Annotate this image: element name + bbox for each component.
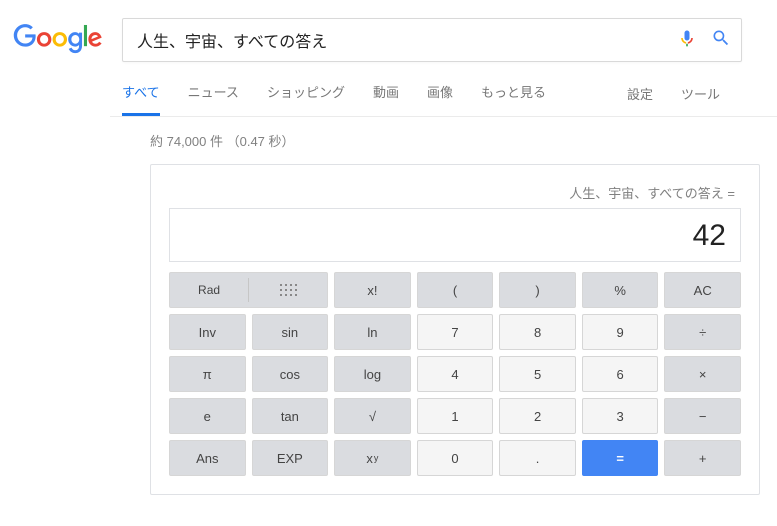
tab-more[interactable]: もっと見る xyxy=(481,82,546,116)
search-icon[interactable] xyxy=(711,28,731,53)
btn-rad[interactable]: Rad xyxy=(170,283,248,297)
tab-videos[interactable]: 動画 xyxy=(373,82,399,116)
tab-images[interactable]: 画像 xyxy=(427,82,453,116)
btn-factorial[interactable]: x! xyxy=(334,272,411,308)
google-logo[interactable] xyxy=(12,24,104,59)
btn-dot[interactable]: . xyxy=(499,440,576,476)
btn-pi[interactable]: π xyxy=(169,356,246,392)
link-tools[interactable]: ツール xyxy=(681,84,720,115)
btn-percent[interactable]: % xyxy=(582,272,659,308)
btn-cos[interactable]: cos xyxy=(252,356,329,392)
btn-3[interactable]: 3 xyxy=(582,398,659,434)
search-input[interactable] xyxy=(137,31,677,49)
voice-search-icon[interactable] xyxy=(677,28,697,53)
btn-1[interactable]: 1 xyxy=(417,398,494,434)
calc-expression: 人生、宇宙、すべての答え = xyxy=(169,183,741,202)
search-box[interactable] xyxy=(122,18,742,62)
btn-lparen[interactable]: ( xyxy=(417,272,494,308)
tab-all[interactable]: すべて xyxy=(122,82,160,116)
btn-divide[interactable]: ÷ xyxy=(664,314,741,350)
history-icon xyxy=(280,284,297,296)
btn-history[interactable] xyxy=(249,284,327,296)
btn-7[interactable]: 7 xyxy=(417,314,494,350)
calculator-card: 人生、宇宙、すべての答え = 42 Rad x!()%AC Invsinln789÷… xyxy=(150,164,760,495)
btn-6[interactable]: 6 xyxy=(582,356,659,392)
btn-log[interactable]: log xyxy=(334,356,411,392)
btn-add[interactable]: + xyxy=(664,440,741,476)
tab-shopping[interactable]: ショッピング xyxy=(267,82,345,116)
btn-tan[interactable]: tan xyxy=(252,398,329,434)
btn-ln[interactable]: ln xyxy=(334,314,411,350)
tabs-divider xyxy=(110,116,777,117)
btn-inv[interactable]: Inv xyxy=(169,314,246,350)
btn-exp[interactable]: EXP xyxy=(252,440,329,476)
btn-equals[interactable]: = xyxy=(582,440,659,476)
btn-sqrt[interactable]: √ xyxy=(334,398,411,434)
btn-4[interactable]: 4 xyxy=(417,356,494,392)
btn-rparen[interactable]: ) xyxy=(499,272,576,308)
btn-subtract[interactable]: − xyxy=(664,398,741,434)
btn-rad-deg[interactable]: Rad xyxy=(169,272,328,308)
btn-8[interactable]: 8 xyxy=(499,314,576,350)
search-tabs: すべて ニュース ショッピング 動画 画像 もっと見る xyxy=(122,82,546,116)
btn-9[interactable]: 9 xyxy=(582,314,659,350)
btn-power[interactable]: xy xyxy=(334,440,411,476)
btn-multiply[interactable]: × xyxy=(664,356,741,392)
btn-sin[interactable]: sin xyxy=(252,314,329,350)
link-settings[interactable]: 設定 xyxy=(627,84,653,115)
btn-2[interactable]: 2 xyxy=(499,398,576,434)
btn-5[interactable]: 5 xyxy=(499,356,576,392)
btn-0[interactable]: 0 xyxy=(417,440,494,476)
btn-ac[interactable]: AC xyxy=(664,272,741,308)
tab-news[interactable]: ニュース xyxy=(188,82,239,116)
btn-ans[interactable]: Ans xyxy=(169,440,246,476)
calc-result: 42 xyxy=(169,208,741,262)
btn-e[interactable]: e xyxy=(169,398,246,434)
result-stats: 約 74,000 件 （0.47 秒） xyxy=(150,131,777,150)
